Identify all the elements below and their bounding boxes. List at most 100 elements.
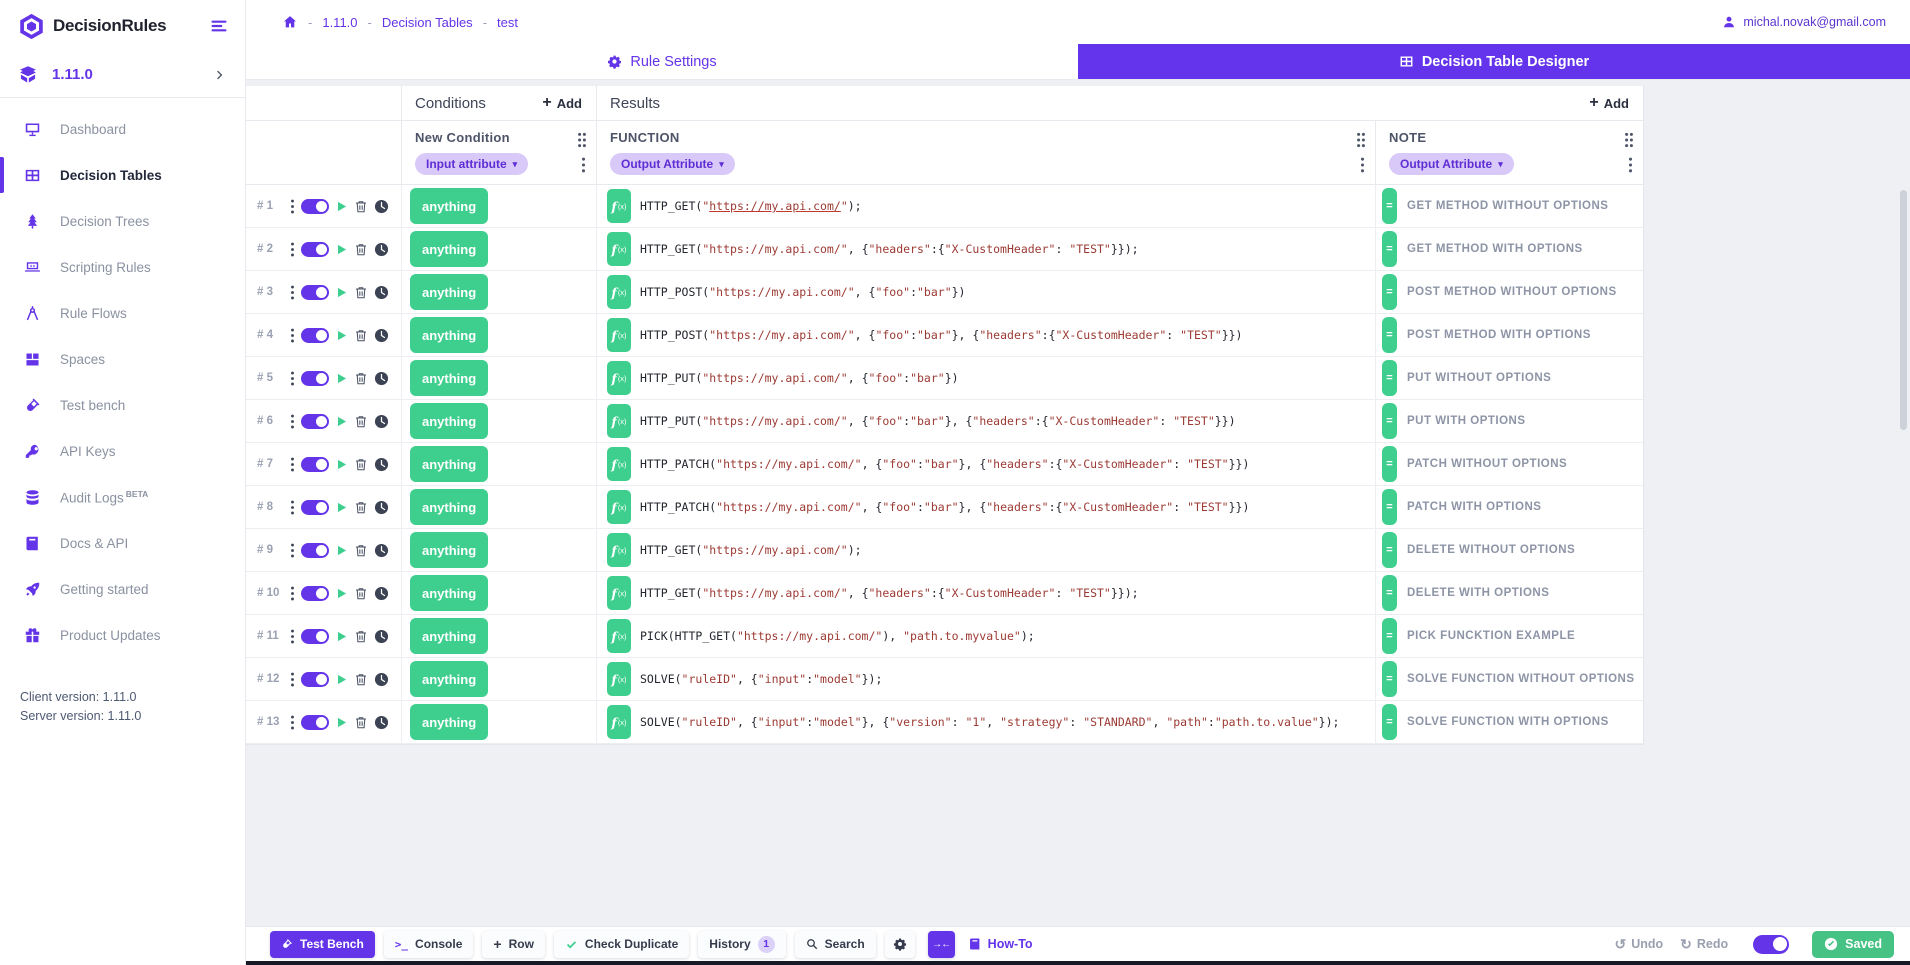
function-code[interactable]: HTTP_POST("https://my.api.com/", {"foo":…	[640, 285, 965, 299]
function-code[interactable]: HTTP_GET("https://my.api.com/");	[640, 543, 862, 557]
function-code[interactable]: HTTP_GET("https://my.api.com/", {"header…	[640, 242, 1139, 256]
column-drag-handle-icon[interactable]	[1623, 132, 1635, 148]
row-enable-toggle[interactable]	[301, 199, 329, 214]
row-menu-icon[interactable]	[290, 328, 295, 343]
column-drag-handle-icon[interactable]	[576, 132, 588, 148]
row-enable-toggle[interactable]	[301, 414, 329, 429]
row-menu-icon[interactable]	[290, 414, 295, 429]
autosave-toggle[interactable]	[1753, 935, 1789, 954]
function-code[interactable]: SOLVE("ruleID", {"input":"model"});	[640, 672, 882, 686]
column-menu-icon[interactable]	[1360, 157, 1365, 173]
breadcrumb-section[interactable]: Decision Tables	[382, 15, 473, 30]
row-play-icon[interactable]	[335, 630, 348, 643]
row-delete-icon[interactable]	[354, 242, 368, 257]
function-code[interactable]: HTTP_PUT("https://my.api.com/", {"foo":"…	[640, 414, 1236, 428]
function-code[interactable]: HTTP_POST("https://my.api.com/", {"foo":…	[640, 328, 1242, 342]
condition-attribute-select[interactable]: Input attribute ▾	[415, 153, 528, 175]
function-code[interactable]: HTTP_PATCH("https://my.api.com/", {"foo"…	[640, 500, 1249, 514]
row-delete-icon[interactable]	[354, 715, 368, 730]
sidebar-item-audit-logs[interactable]: Audit LogsBETA	[0, 474, 245, 520]
note-text[interactable]: SOLVE FUNCTION WITH OPTIONS	[1407, 716, 1609, 728]
row-play-icon[interactable]	[335, 372, 348, 385]
row-history-icon[interactable]	[374, 500, 389, 515]
condition-value-badge[interactable]: anything	[410, 618, 488, 654]
function-attribute-select[interactable]: Output Attribute ▾	[610, 153, 735, 175]
row-play-icon[interactable]	[335, 673, 348, 686]
row-delete-icon[interactable]	[354, 543, 368, 558]
sidebar-item-rule-flows[interactable]: Rule Flows	[0, 290, 245, 336]
row-menu-icon[interactable]	[290, 715, 295, 730]
row-enable-toggle[interactable]	[301, 500, 329, 515]
add-condition-button[interactable]: + Add	[542, 95, 582, 111]
search-button[interactable]: Search	[795, 931, 876, 958]
row-menu-icon[interactable]	[290, 672, 295, 687]
user-account[interactable]: michal.novak@gmail.com	[1722, 15, 1886, 29]
condition-value-badge[interactable]: anything	[410, 317, 488, 353]
row-history-icon[interactable]	[374, 543, 389, 558]
sidebar-item-decision-tables[interactable]: Decision Tables	[0, 152, 245, 198]
row-menu-icon[interactable]	[290, 371, 295, 386]
condition-value-badge[interactable]: anything	[410, 360, 488, 396]
row-menu-icon[interactable]	[290, 199, 295, 214]
function-code[interactable]: HTTP_PATCH("https://my.api.com/", {"foo"…	[640, 457, 1249, 471]
row-enable-toggle[interactable]	[301, 629, 329, 644]
condition-value-badge[interactable]: anything	[410, 704, 488, 740]
row-play-icon[interactable]	[335, 716, 348, 729]
condition-value-badge[interactable]: anything	[410, 446, 488, 482]
column-menu-icon[interactable]	[581, 157, 586, 173]
row-menu-icon[interactable]	[290, 285, 295, 300]
add-row-button[interactable]: + Row	[482, 931, 545, 958]
note-attribute-select[interactable]: Output Attribute ▾	[1389, 153, 1514, 175]
condition-value-badge[interactable]: anything	[410, 188, 488, 224]
function-code[interactable]: HTTP_GET("https://my.api.com/");	[640, 199, 862, 213]
row-history-icon[interactable]	[374, 371, 389, 386]
add-result-button[interactable]: + Add	[1589, 95, 1629, 111]
sidebar-item-test-bench[interactable]: Test bench	[0, 382, 245, 428]
condition-value-badge[interactable]: anything	[410, 532, 488, 568]
condition-value-badge[interactable]: anything	[410, 403, 488, 439]
function-code[interactable]: HTTP_GET("https://my.api.com/", {"header…	[640, 586, 1139, 600]
row-menu-icon[interactable]	[290, 629, 295, 644]
note-text[interactable]: PUT WITHOUT OPTIONS	[1407, 372, 1551, 384]
note-text[interactable]: SOLVE FUNCTION WITHOUT OPTIONS	[1407, 673, 1635, 685]
row-enable-toggle[interactable]	[301, 242, 329, 257]
row-history-icon[interactable]	[374, 199, 389, 214]
tab-decision-table-designer[interactable]: Decision Table Designer	[1078, 44, 1910, 79]
row-enable-toggle[interactable]	[301, 371, 329, 386]
chevron-right-icon[interactable]	[213, 68, 227, 82]
row-delete-icon[interactable]	[354, 672, 368, 687]
row-enable-toggle[interactable]	[301, 672, 329, 687]
row-play-icon[interactable]	[335, 415, 348, 428]
undo-button[interactable]: ↺ Undo	[1615, 937, 1664, 951]
condition-value-badge[interactable]: anything	[410, 575, 488, 611]
history-button[interactable]: History 1	[698, 931, 785, 958]
row-history-icon[interactable]	[374, 586, 389, 601]
note-text[interactable]: GET METHOD WITHOUT OPTIONS	[1407, 200, 1608, 212]
row-delete-icon[interactable]	[354, 371, 368, 386]
row-enable-toggle[interactable]	[301, 715, 329, 730]
sidebar-item-decision-trees[interactable]: Decision Trees	[0, 198, 245, 244]
note-text[interactable]: PUT WITH OPTIONS	[1407, 415, 1526, 427]
sidebar-item-scripting-rules[interactable]: Scripting Rules	[0, 244, 245, 290]
row-menu-icon[interactable]	[290, 586, 295, 601]
redo-button[interactable]: ↻ Redo	[1680, 937, 1728, 951]
row-menu-icon[interactable]	[290, 500, 295, 515]
note-text[interactable]: PICK FUNCKTION EXAMPLE	[1407, 630, 1575, 642]
settings-button[interactable]	[885, 931, 915, 958]
row-history-icon[interactable]	[374, 328, 389, 343]
breadcrumb-version[interactable]: 1.11.0	[322, 15, 357, 30]
function-code[interactable]: HTTP_PUT("https://my.api.com/", {"foo":"…	[640, 371, 959, 385]
check-duplicate-button[interactable]: Check Duplicate	[554, 931, 689, 958]
how-to-link[interactable]: How-To	[968, 937, 1033, 951]
vertical-scrollbar[interactable]	[1900, 190, 1907, 430]
row-history-icon[interactable]	[374, 672, 389, 687]
row-play-icon[interactable]	[335, 329, 348, 342]
home-icon[interactable]	[282, 14, 298, 30]
note-text[interactable]: PATCH WITHOUT OPTIONS	[1407, 458, 1567, 470]
sidebar-item-spaces[interactable]: Spaces	[0, 336, 245, 382]
row-play-icon[interactable]	[335, 286, 348, 299]
column-drag-handle-icon[interactable]	[1355, 132, 1367, 148]
row-delete-icon[interactable]	[354, 500, 368, 515]
row-enable-toggle[interactable]	[301, 285, 329, 300]
note-text[interactable]: GET METHOD WITH OPTIONS	[1407, 243, 1583, 255]
